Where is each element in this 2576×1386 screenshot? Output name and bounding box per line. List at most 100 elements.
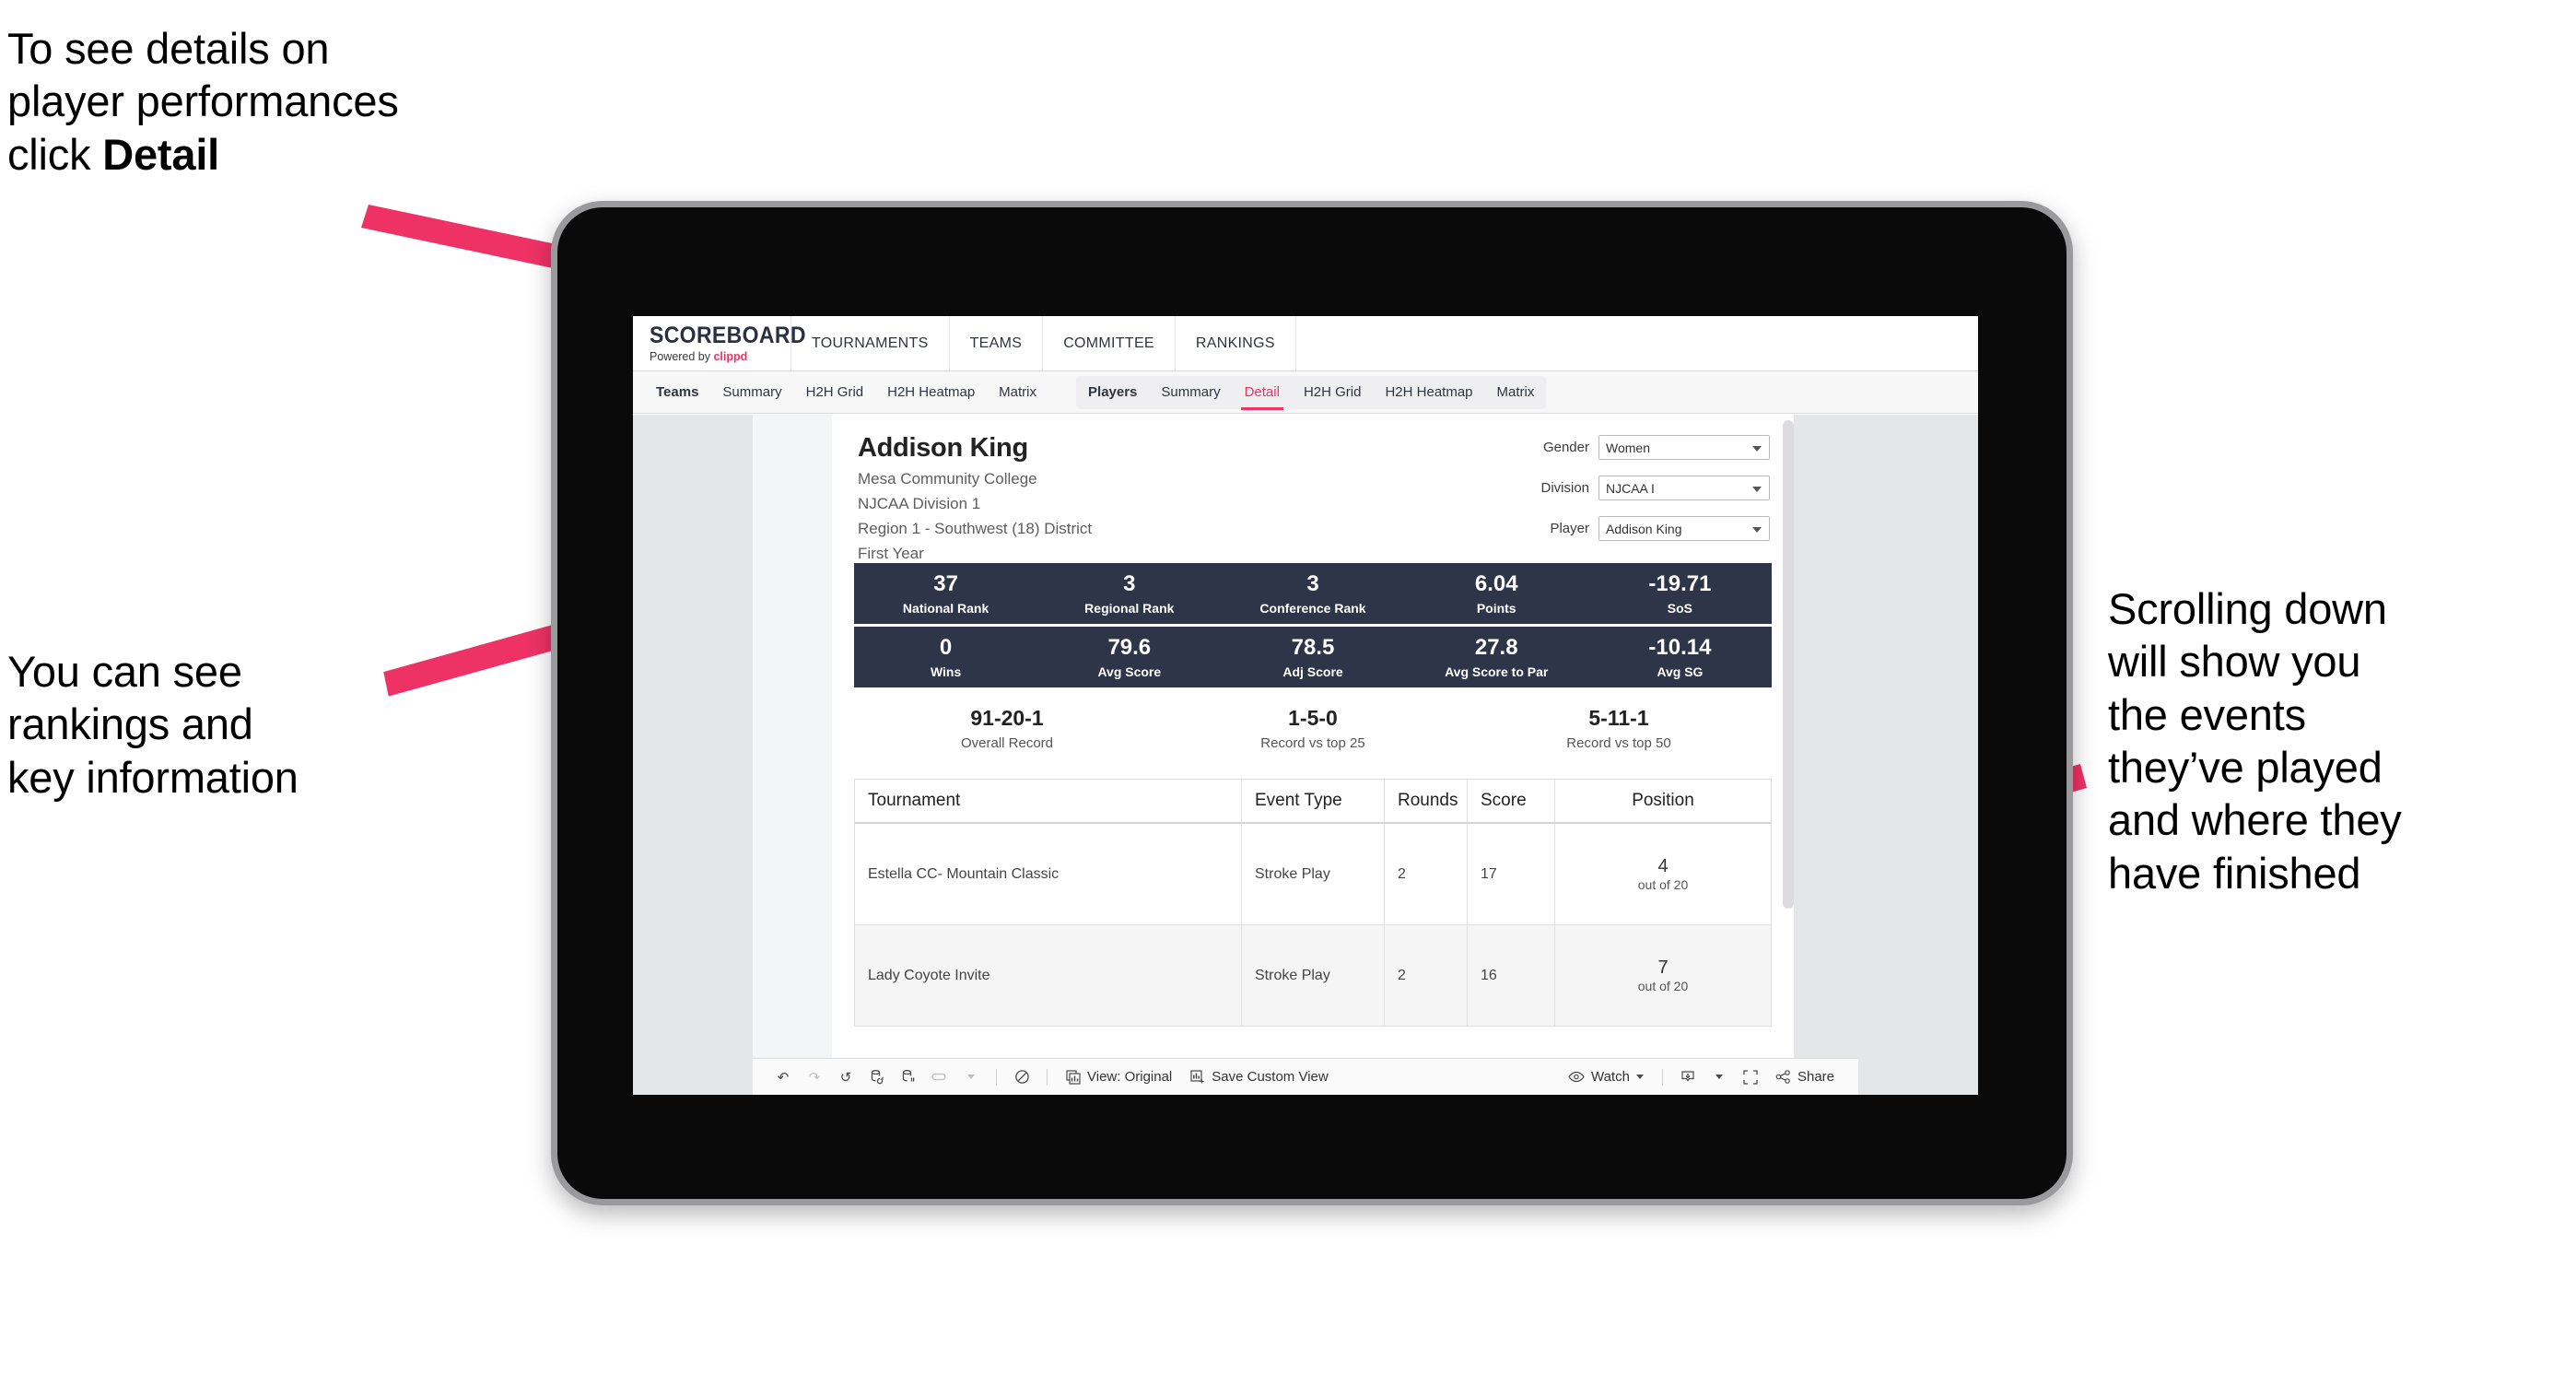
stat-adj-score: 78.5 Adj Score [1221, 627, 1404, 687]
cell-position: 4 out of 20 [1555, 824, 1771, 924]
stat-value: 3 [1306, 570, 1319, 596]
stat-value: 78.5 [1291, 634, 1335, 660]
stat-value: 6.04 [1474, 570, 1518, 596]
app-sub-navigation: Teams Summary H2H Grid H2H Heatmap Matri… [633, 371, 1978, 414]
redo-icon[interactable]: ↷ [799, 1059, 830, 1095]
division-select-value: NJCAA I [1606, 480, 1655, 496]
loop-dropdown-icon[interactable] [955, 1059, 987, 1095]
subnav-group-teams: Teams Summary H2H Grid H2H Heatmap Matri… [644, 376, 1048, 409]
record-value: 1-5-0 [1288, 706, 1338, 731]
stat-value: 37 [933, 570, 958, 596]
revert-icon[interactable]: ↺ [830, 1059, 861, 1095]
cell-score: 17 [1468, 824, 1555, 925]
stat-sos: -19.71 SoS [1588, 563, 1772, 624]
topnav-item-rankings[interactable]: RANKINGS [1176, 316, 1296, 370]
topnav-item-teams[interactable]: TEAMS [950, 316, 1044, 370]
scoreboard-logo[interactable]: SCOREBOARD Powered by clippd [633, 316, 806, 370]
stat-avg-score-to-par: 27.8 Avg Score to Par [1405, 627, 1588, 687]
subnav-teams-h2h-heatmap[interactable]: H2H Heatmap [875, 376, 987, 409]
cell-position: 7 out of 20 [1555, 925, 1771, 1026]
position-value: 7 [1657, 957, 1669, 979]
stat-label: National Rank [902, 600, 989, 616]
tablet-screen: SCOREBOARD Powered by clippd TOURNAMENTS… [633, 316, 1978, 1095]
subnav-group-players: Players Summary Detail H2H Grid H2H Heat… [1076, 375, 1547, 410]
column-header-tournament[interactable]: Tournament [855, 780, 1242, 823]
share-button[interactable]: Share [1766, 1059, 1844, 1095]
filter-row-division: Division NJCAA I [1489, 476, 1770, 500]
save-custom-view-label: Save Custom View [1212, 1069, 1329, 1085]
save-custom-view-button[interactable]: Save Custom View [1181, 1059, 1337, 1095]
record-label: Record vs top 25 [1260, 735, 1365, 752]
fullscreen-icon[interactable] [1735, 1059, 1766, 1095]
player-select-value: Addison King [1606, 521, 1682, 536]
watch-label: Watch [1591, 1069, 1630, 1085]
filter-row-player: Player Addison King [1489, 516, 1770, 541]
filter-label-gender: Gender [1542, 440, 1589, 455]
topnav-item-committee[interactable]: COMMITTEE [1043, 316, 1176, 370]
gender-select[interactable]: Women [1598, 435, 1770, 460]
download-dropdown-icon[interactable] [1704, 1059, 1735, 1095]
column-header-event-type[interactable]: Event Type [1242, 780, 1385, 823]
table-row[interactable]: Estella CC- Mountain Classic Stroke Play… [855, 824, 1771, 926]
column-header-rounds[interactable]: Rounds [1385, 780, 1468, 823]
stats-band-ranks: 37 National Rank 3 Regional Rank 3 Confe… [854, 563, 1772, 625]
toolbar-divider [1661, 1068, 1663, 1086]
bottom-toolbar: ↶ ↷ ↺ View: Original Save Custom View Wa… [753, 1058, 1858, 1095]
stat-label: Conference Rank [1259, 600, 1366, 616]
column-header-position[interactable]: Position [1555, 780, 1771, 822]
stat-regional-rank: 3 Regional Rank [1037, 563, 1221, 624]
subnav-players-summary[interactable]: Summary [1149, 376, 1232, 409]
events-table: Tournament Event Type Rounds Score Posit… [854, 779, 1772, 1028]
stat-avg-score: 79.6 Avg Score [1037, 627, 1221, 687]
stat-avg-sg: -10.14 Avg SG [1588, 627, 1772, 687]
undo-icon[interactable]: ↶ [767, 1059, 799, 1095]
topnav-item-tournaments[interactable]: TOURNAMENTS [791, 316, 950, 370]
view-original-button[interactable]: View: Original [1057, 1059, 1181, 1095]
stat-label: Avg Score to Par [1445, 664, 1549, 679]
chevron-down-icon [1752, 486, 1762, 492]
stat-value: 27.8 [1474, 634, 1518, 660]
watch-button[interactable]: Watch [1559, 1059, 1653, 1095]
stat-label: Points [1476, 600, 1516, 616]
download-icon[interactable] [1672, 1059, 1704, 1095]
stat-points: 6.04 Points [1405, 563, 1588, 624]
stat-label: Avg Score [1097, 664, 1162, 679]
position-out-of: out of 20 [1637, 979, 1689, 994]
gender-select-value: Women [1606, 440, 1650, 455]
subnav-players-detail[interactable]: Detail [1233, 376, 1292, 410]
stat-national-rank: 37 National Rank [854, 563, 1037, 624]
app-top-navigation: SCOREBOARD Powered by clippd TOURNAMENTS… [633, 316, 1978, 371]
table-row[interactable]: Lady Coyote Invite Stroke Play 2 16 7 ou… [855, 925, 1771, 1028]
record-value: 5-11-1 [1588, 706, 1649, 731]
stat-label: SoS [1667, 600, 1693, 616]
division-select[interactable]: NJCAA I [1598, 476, 1770, 500]
vertical-scrollbar[interactable] [1783, 420, 1794, 909]
logo-wordmark: SCOREBOARD [650, 322, 806, 348]
subnav-label-teams: Teams [656, 384, 699, 400]
loop-icon[interactable] [924, 1059, 955, 1095]
refresh-data-icon[interactable] [861, 1059, 893, 1095]
subnav-players-matrix[interactable]: Matrix [1485, 376, 1547, 409]
record-vs-top-25: 1-5-0 Record vs top 25 [1160, 706, 1466, 751]
chevron-down-icon [1635, 1075, 1644, 1079]
subnav-players-h2h-grid[interactable]: H2H Grid [1292, 376, 1374, 409]
logo-powered-by: Powered by [650, 349, 714, 363]
pause-auto-update-icon[interactable] [1006, 1059, 1037, 1095]
stat-wins: 0 Wins [854, 627, 1037, 687]
pause-data-icon[interactable] [893, 1059, 924, 1095]
stat-value: -10.14 [1648, 634, 1712, 660]
subnav-teams-summary[interactable]: Summary [710, 376, 793, 409]
logo-tagline: Powered by clippd [650, 351, 790, 363]
column-header-score[interactable]: Score [1468, 780, 1555, 823]
cell-event-type: Stroke Play [1242, 824, 1385, 925]
stats-band-scoring: 0 Wins 79.6 Avg Score 78.5 Adj Score 27.… [854, 627, 1772, 688]
toolbar-divider [1047, 1068, 1048, 1086]
subnav-teams-h2h-grid[interactable]: H2H Grid [794, 376, 876, 409]
subnav-teams-matrix[interactable]: Matrix [987, 376, 1048, 409]
share-label: Share [1797, 1069, 1834, 1085]
cell-tournament: Estella CC- Mountain Classic [855, 824, 1242, 925]
player-select[interactable]: Addison King [1598, 516, 1770, 541]
subnav-players-h2h-heatmap[interactable]: H2H Heatmap [1373, 376, 1484, 409]
stat-value: 3 [1123, 570, 1136, 596]
filter-panel: Gender Women Division NJCAA I Player Add… [1489, 435, 1770, 557]
